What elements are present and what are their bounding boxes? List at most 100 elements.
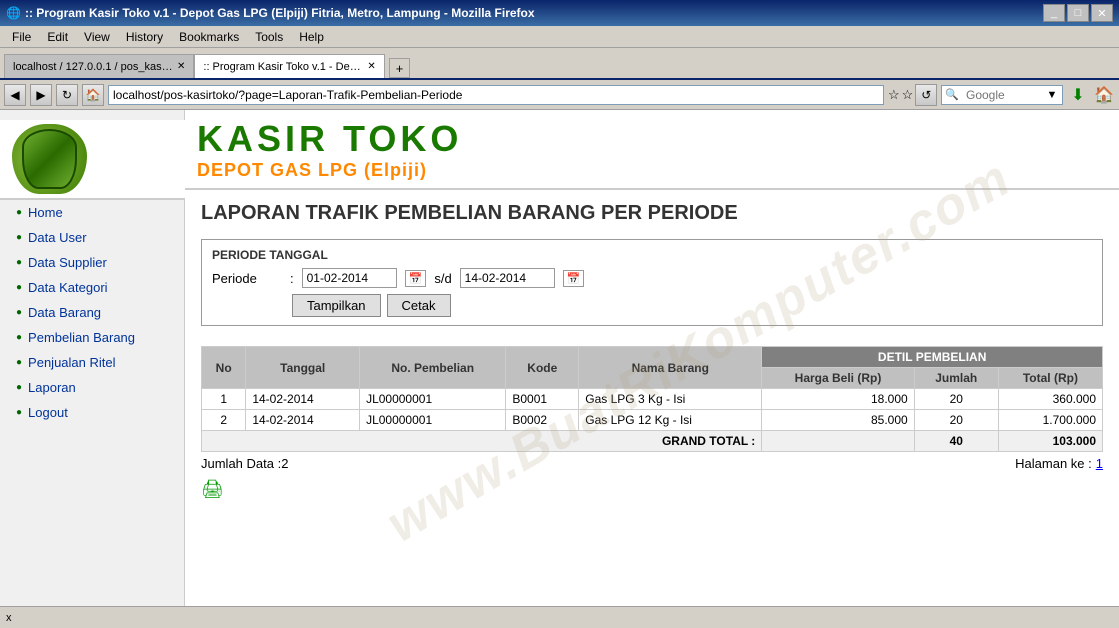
main-area: KASIR TOKO DEPOT GAS LPG (Elpiji) www.Bu… <box>185 110 1119 606</box>
cell-harga-beli: 85.000 <box>762 410 914 431</box>
sidebar-item-data-kategori[interactable]: ● Data Kategori <box>0 275 184 300</box>
calendar-from-button[interactable]: 📅 <box>405 270 427 287</box>
sd-label: s/d <box>434 271 451 286</box>
window-titlebar: 🌐 :: Program Kasir Toko v.1 - Depot Gas … <box>0 0 1119 26</box>
tab-2[interactable]: :: Program Kasir Toko v.1 - Depot Gas LP… <box>194 54 384 78</box>
bullet-pembelian-barang: ● <box>16 332 22 343</box>
sidebar-item-penjualan-ritel[interactable]: ● Penjualan Ritel <box>0 350 184 375</box>
refresh-button[interactable]: ↺ <box>915 84 937 106</box>
star2-icon: ☆ <box>902 87 914 103</box>
sidebar-label-home: Home <box>28 205 63 220</box>
sidebar-item-home[interactable]: ● Home <box>0 200 184 225</box>
data-table: No Tanggal No. Pembelian Kode Nama Baran… <box>201 346 1103 452</box>
cetak-button[interactable]: Cetak <box>387 294 451 317</box>
halaman-label: Halaman ke : <box>1015 456 1092 471</box>
header-subtitle: DEPOT GAS LPG (Elpiji) <box>197 160 462 181</box>
menu-edit[interactable]: Edit <box>39 28 76 46</box>
sidebar-item-pembelian-barang[interactable]: ● Pembelian Barang <box>0 325 184 350</box>
sidebar-label-laporan: Laporan <box>28 380 76 395</box>
firefox-icon: 🌐 <box>6 6 21 20</box>
new-tab-button[interactable]: + <box>389 58 411 78</box>
bullet-data-user: ● <box>16 232 22 243</box>
statusbar: x <box>0 606 1119 628</box>
window-title-text: 🌐 :: Program Kasir Toko v.1 - Depot Gas … <box>6 6 535 20</box>
period-box: PERIODE TANGGAL Periode : 📅 s/d 📅 Tampil… <box>201 239 1103 326</box>
bullet-data-supplier: ● <box>16 257 22 268</box>
back-button[interactable]: ◀ <box>4 84 26 106</box>
bullet-laporan: ● <box>16 382 22 393</box>
jumlah-data: Jumlah Data :2 <box>201 456 288 471</box>
sidebar-label-data-user: Data User <box>28 230 87 245</box>
th-kode: Kode <box>506 347 579 389</box>
sidebar-item-laporan[interactable]: ● Laporan <box>0 375 184 400</box>
close-button[interactable]: ✕ <box>1091 4 1113 22</box>
menu-help[interactable]: Help <box>291 28 332 46</box>
tampilkan-button[interactable]: Tampilkan <box>292 294 381 317</box>
tab-2-close[interactable]: ✕ <box>367 61 375 72</box>
cell-harga-beli: 18.000 <box>762 389 914 410</box>
bullet-logout: ● <box>16 407 22 418</box>
print-button[interactable]: 🖨 <box>201 479 1103 500</box>
cell-no-pembelian: JL00000001 <box>360 410 506 431</box>
cell-tanggal: 14-02-2014 <box>246 389 360 410</box>
cell-nama-barang: Gas LPG 12 Kg - Isi <box>579 410 762 431</box>
home-icon-right[interactable]: 🏠 <box>1093 84 1115 106</box>
sidebar-label-logout: Logout <box>28 405 68 420</box>
sidebar-label-penjualan-ritel: Penjualan Ritel <box>28 355 115 370</box>
reload-button[interactable]: ↻ <box>56 84 78 106</box>
grand-total-label: GRAND TOTAL : <box>202 431 762 452</box>
tab-1[interactable]: localhost / 127.0.0.1 / pos_kasirtokodb … <box>4 54 194 78</box>
sidebar: ● Home ● Data User ● Data Supplier ● Dat… <box>0 110 185 606</box>
download-icon[interactable]: ⬇ <box>1067 84 1089 106</box>
cell-no: 1 <box>202 389 246 410</box>
menu-history[interactable]: History <box>118 28 171 46</box>
calendar-to-button[interactable]: 📅 <box>563 270 585 287</box>
logo-image <box>12 124 87 194</box>
sidebar-label-data-supplier: Data Supplier <box>28 255 107 270</box>
addressbar: ◀ ▶ ↻ 🏠 ☆ ☆ ↺ 🔍 ▼ ⬇ 🏠 <box>0 80 1119 110</box>
maximize-button[interactable]: □ <box>1067 4 1089 22</box>
page-link-1[interactable]: 1 <box>1096 456 1103 471</box>
sidebar-item-data-user[interactable]: ● Data User <box>0 225 184 250</box>
menu-view[interactable]: View <box>76 28 118 46</box>
page-header <box>0 120 185 200</box>
tab-1-label: localhost / 127.0.0.1 / pos_kasirtokodb … <box>13 61 173 73</box>
date-from-input[interactable] <box>302 268 397 288</box>
cell-total: 1.700.000 <box>998 410 1102 431</box>
sidebar-label-data-kategori: Data Kategori <box>28 280 108 295</box>
th-nama-barang: Nama Barang <box>579 347 762 389</box>
forward-button[interactable]: ▶ <box>30 84 52 106</box>
statusbar-text: x <box>6 612 12 624</box>
search-submit-button[interactable]: ▼ <box>1042 86 1062 104</box>
th-total: Total (Rp) <box>998 368 1102 389</box>
sidebar-item-logout[interactable]: ● Logout <box>0 400 184 425</box>
sidebar-item-data-barang[interactable]: ● Data Barang <box>0 300 184 325</box>
google-search-label: 🔍 <box>942 88 962 101</box>
sidebar-item-data-supplier[interactable]: ● Data Supplier <box>0 250 184 275</box>
menu-bookmarks[interactable]: Bookmarks <box>171 28 247 46</box>
th-detil-pembelian: DETIL PEMBELIAN <box>762 347 1103 368</box>
footer-right: Halaman ke : 1 <box>1015 456 1103 471</box>
period-label: Periode <box>212 271 282 286</box>
address-input[interactable] <box>108 85 884 105</box>
th-jumlah: Jumlah <box>914 368 998 389</box>
page-title: LAPORAN TRAFIK PEMBELIAN BARANG PER PERI… <box>201 202 1103 225</box>
period-box-title: PERIODE TANGGAL <box>212 248 1092 262</box>
period-row: Periode : 📅 s/d 📅 <box>212 268 1092 288</box>
menu-file[interactable]: File <box>4 28 39 46</box>
star-icon: ☆ <box>888 87 900 103</box>
menu-tools[interactable]: Tools <box>247 28 291 46</box>
minimize-button[interactable]: _ <box>1043 4 1065 22</box>
cell-nama-barang: Gas LPG 3 Kg - Isi <box>579 389 762 410</box>
home-button[interactable]: 🏠 <box>82 84 104 106</box>
grand-total-total: 103.000 <box>998 431 1102 452</box>
cell-kode: B0001 <box>506 389 579 410</box>
header-title: KASIR TOKO <box>197 118 462 160</box>
sidebar-label-pembelian-barang: Pembelian Barang <box>28 330 135 345</box>
cell-kode: B0002 <box>506 410 579 431</box>
tab-1-close[interactable]: ✕ <box>177 61 185 72</box>
cell-no-pembelian: JL00000001 <box>360 389 506 410</box>
date-to-input[interactable] <box>460 268 555 288</box>
th-no: No <box>202 347 246 389</box>
search-input[interactable] <box>962 87 1042 103</box>
